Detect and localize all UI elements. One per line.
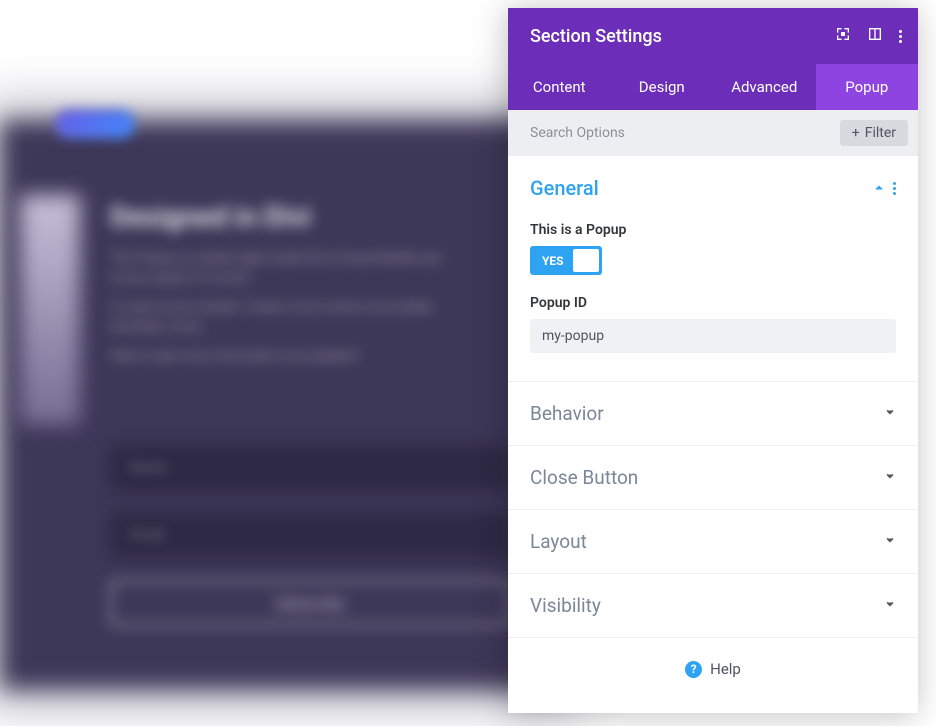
chevron-up-icon[interactable] bbox=[873, 179, 885, 198]
panel-header: Section Settings bbox=[508, 8, 918, 64]
toggle-handle bbox=[573, 249, 599, 272]
help-label: Help bbox=[710, 660, 741, 678]
background-button: Subscribe bbox=[110, 580, 510, 626]
background-field-label: Email bbox=[130, 527, 165, 543]
tab-content[interactable]: Content bbox=[508, 64, 611, 110]
general-title: General bbox=[530, 176, 599, 200]
filter-label: Filter bbox=[865, 125, 896, 141]
behavior-title: Behavior bbox=[530, 402, 604, 425]
background-image bbox=[20, 195, 80, 425]
background-badge bbox=[55, 110, 135, 138]
background-para: Want to get more information and updates… bbox=[110, 347, 450, 367]
search-input[interactable]: Search Options bbox=[530, 125, 625, 141]
section-general: General This is a Popup YES Popup ID my-… bbox=[508, 156, 918, 382]
tab-design[interactable]: Design bbox=[611, 64, 714, 110]
chevron-down-icon bbox=[884, 598, 896, 614]
settings-panel: Section Settings Content Design Advanced… bbox=[508, 8, 918, 713]
panel-tabs: Content Design Advanced Popup bbox=[508, 64, 918, 110]
background-field bbox=[110, 512, 510, 558]
help-icon: ? bbox=[685, 661, 702, 678]
general-header[interactable]: General bbox=[530, 176, 896, 200]
is-popup-toggle[interactable]: YES bbox=[530, 246, 602, 275]
chevron-down-icon bbox=[884, 534, 896, 550]
chevron-down-icon bbox=[884, 470, 896, 486]
plus-icon: + bbox=[852, 125, 860, 141]
section-close-button[interactable]: Close Button bbox=[508, 446, 918, 510]
background-para: This Popup is created right inside Divi'… bbox=[110, 249, 450, 288]
layout-title: Layout bbox=[530, 530, 587, 553]
is-popup-label: This is a Popup bbox=[530, 222, 896, 238]
fullscreen-icon[interactable] bbox=[835, 26, 851, 46]
more-icon[interactable] bbox=[899, 30, 902, 43]
background-text: Designed in Divi This Popup is created r… bbox=[110, 200, 450, 377]
more-icon[interactable] bbox=[893, 182, 896, 195]
close-button-title: Close Button bbox=[530, 466, 638, 489]
field-is-popup: This is a Popup YES bbox=[530, 222, 896, 275]
help-footer[interactable]: ? Help bbox=[508, 638, 918, 700]
toggle-yes-label: YES bbox=[533, 254, 573, 268]
section-visibility[interactable]: Visibility bbox=[508, 574, 918, 638]
section-behavior[interactable]: Behavior bbox=[508, 382, 918, 446]
popup-id-input[interactable]: my-popup bbox=[530, 319, 896, 353]
tab-popup[interactable]: Popup bbox=[816, 64, 919, 110]
popup-id-label: Popup ID bbox=[530, 295, 896, 311]
background-heading: Designed in Divi bbox=[110, 200, 450, 233]
panel-title: Section Settings bbox=[530, 26, 662, 47]
general-actions bbox=[873, 179, 896, 198]
section-layout[interactable]: Layout bbox=[508, 510, 918, 574]
tab-advanced[interactable]: Advanced bbox=[713, 64, 816, 110]
field-popup-id: Popup ID my-popup bbox=[530, 295, 896, 353]
background-field bbox=[110, 445, 510, 491]
header-actions bbox=[835, 26, 902, 46]
chevron-down-icon bbox=[884, 406, 896, 422]
panel-layout-icon[interactable] bbox=[867, 26, 883, 46]
search-bar: Search Options + Filter bbox=[508, 110, 918, 156]
background-field-label: Name bbox=[130, 460, 167, 476]
filter-button[interactable]: + Filter bbox=[840, 120, 908, 146]
visibility-title: Visibility bbox=[530, 594, 601, 617]
background-para: It could not be simpler: Create a new se… bbox=[110, 298, 450, 337]
